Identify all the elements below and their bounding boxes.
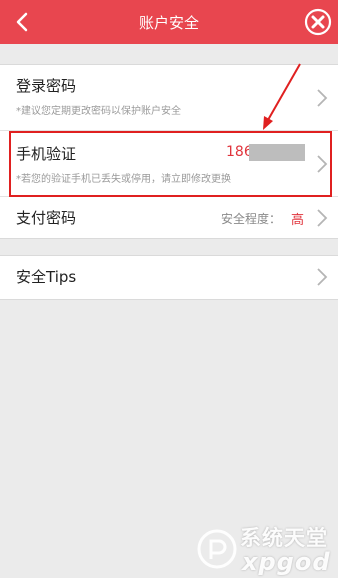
close-button[interactable] — [304, 8, 332, 36]
security-level-value: 高 — [291, 213, 305, 228]
security-tips-label: 安全Tips — [16, 268, 77, 286]
security-level-label: 安全程度： — [221, 212, 282, 226]
page-title: 账户安全 — [138, 13, 199, 32]
watermark: 系统天堂 xpgod — [196, 522, 336, 576]
chevron-right-icon — [317, 89, 328, 107]
watermark-subtext: xpgod — [242, 548, 331, 576]
chevron-right-icon — [317, 268, 328, 286]
login-password-label: 登录密码 — [16, 77, 77, 95]
security-tips-row[interactable]: 安全Tips — [0, 255, 338, 300]
chevron-left-icon — [16, 12, 28, 32]
logo-icon — [197, 529, 237, 569]
header-bar: 账户安全 — [0, 0, 338, 44]
highlight-box — [9, 131, 332, 197]
close-icon — [311, 15, 325, 29]
pay-password-label: 支付密码 — [16, 209, 77, 227]
chevron-right-icon — [317, 209, 328, 227]
back-button[interactable] — [4, 0, 40, 44]
login-password-hint: *建议您定期更改密码以保护账户安全 — [16, 106, 181, 117]
